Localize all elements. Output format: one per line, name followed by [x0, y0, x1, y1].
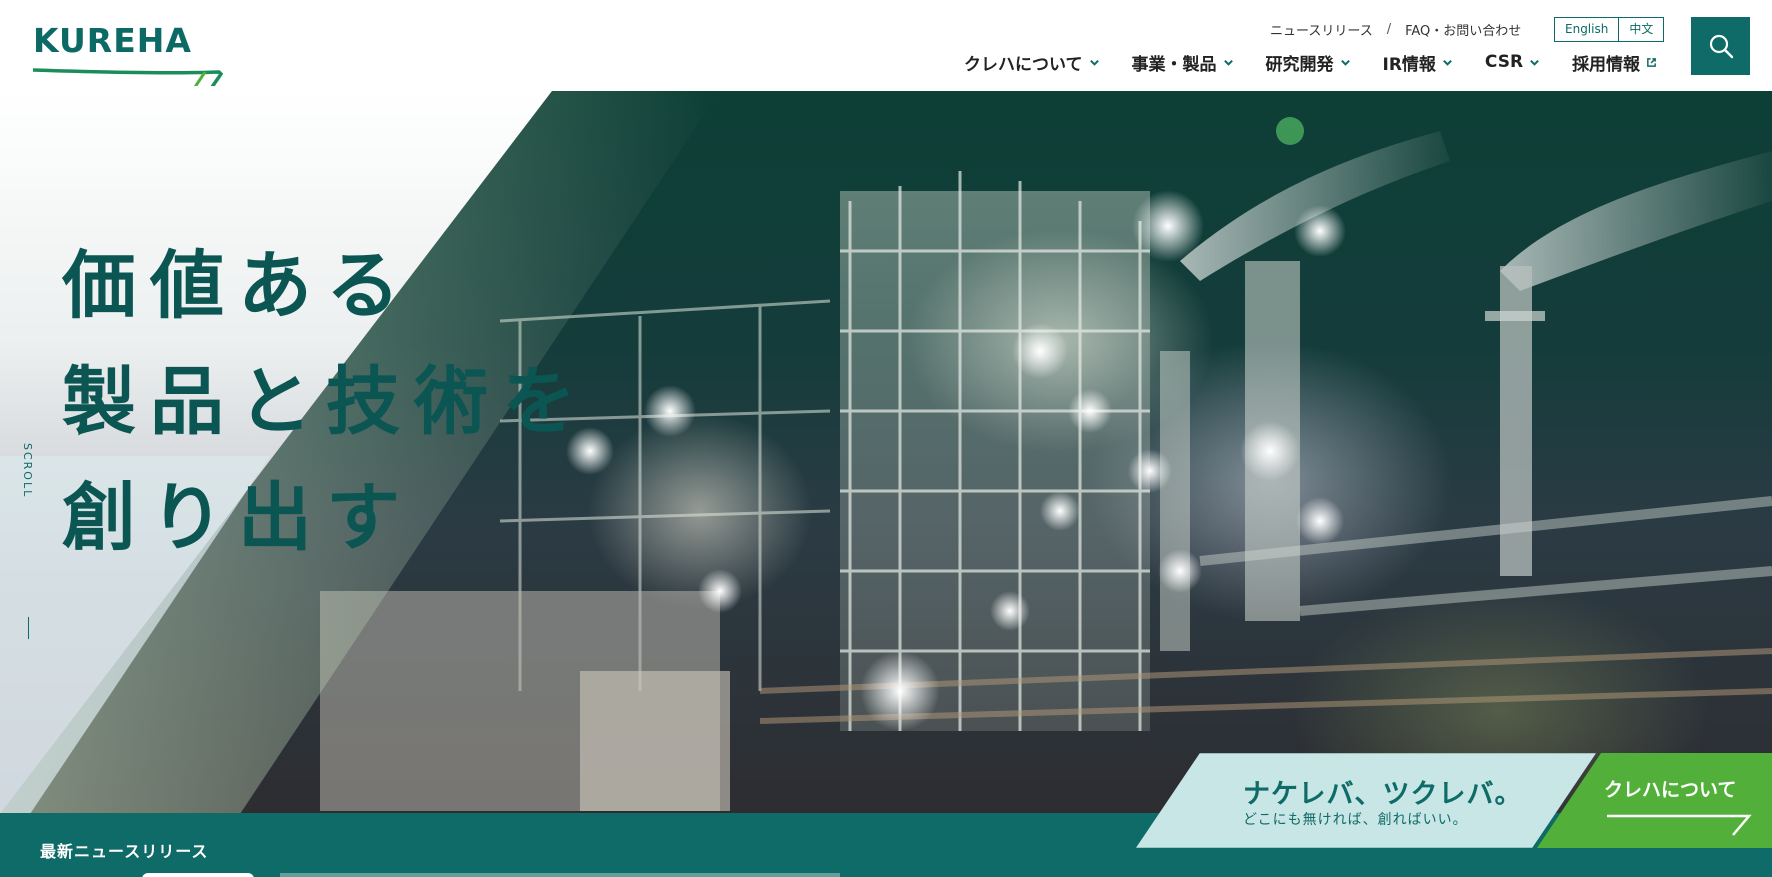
catch-line-1: 価値ある [62, 243, 414, 329]
scroll-indicator-line [28, 617, 29, 639]
nav-item-rnd[interactable]: 研究開発 [1266, 50, 1351, 75]
slogan-subtext: どこにも無ければ、創ればいい。 [1243, 812, 1468, 828]
nav-item-csr[interactable]: CSR [1485, 52, 1540, 72]
nav-item-label: CSR [1484, 52, 1524, 72]
news-section-title: 最新ニュースリリース [40, 842, 209, 861]
search-icon [1709, 34, 1733, 59]
chevron-down-icon [1530, 59, 1539, 66]
catch-line-3: 創り出す [62, 475, 414, 561]
nav-item-label: IR情報 [1382, 54, 1436, 75]
catch-line-2: 製品と技術を [62, 359, 590, 445]
language-switcher: English 中文 [1554, 17, 1665, 42]
util-link-news[interactable]: ニュースリリース [1270, 20, 1373, 39]
lang-english[interactable]: English [1555, 18, 1618, 41]
nav-item-about[interactable]: クレハについて [964, 50, 1100, 75]
util-link-faq[interactable]: FAQ・お問い合わせ [1405, 20, 1521, 39]
chevron-down-icon [1223, 59, 1233, 66]
kureha-logo[interactable]: KUREHA [33, 22, 223, 86]
nav-item-label: 事業・製品 [1131, 54, 1217, 75]
nav-item-ir[interactable]: IR情報 [1383, 50, 1453, 75]
nav-item-label: クレハについて [964, 54, 1083, 75]
utility-nav: ニュースリリース / FAQ・お問い合わせ [1270, 19, 1521, 39]
site-header: KUREHA ニュースリリース / FAQ・お問い合わせ English 中文 … [0, 0, 1772, 91]
about-banner-label: クレハについて [1604, 779, 1737, 801]
slogan-text: ナケレバ、ツクレバ。 [1243, 779, 1523, 810]
nav-item-recruit[interactable]: 採用情報 [1572, 50, 1657, 75]
main-nav: クレハについて 事業・製品 研究開発 IR情報 CSR 採用情報 [964, 48, 1657, 76]
chevron-down-icon [1089, 59, 1099, 66]
search-button[interactable] [1691, 17, 1750, 75]
scroll-indicator-label: SCROLL [21, 443, 34, 499]
nav-item-label: 研究開発 [1265, 54, 1334, 75]
hero-catchphrase: 価値ある 製品と技術を 創り出す [62, 228, 590, 576]
nav-item-label: 採用情報 [1572, 54, 1641, 75]
lang-chinese[interactable]: 中文 [1618, 18, 1663, 41]
news-item-preview[interactable] [280, 873, 840, 877]
news-category-tab[interactable] [142, 873, 254, 877]
chevron-down-icon [1443, 59, 1452, 66]
util-separator: / [1386, 21, 1392, 37]
external-link-icon [1647, 57, 1656, 67]
chevron-down-icon [1340, 59, 1350, 66]
nav-item-business[interactable]: 事業・製品 [1132, 50, 1234, 75]
logo-swoosh-icon [33, 68, 223, 86]
